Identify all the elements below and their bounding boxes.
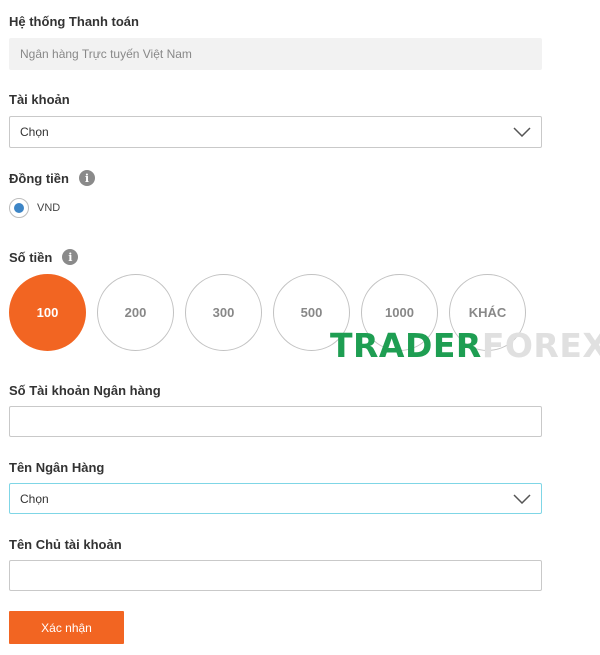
payment-system-label: Hệ thống Thanh toán (9, 14, 139, 29)
account-holder-input[interactable] (9, 560, 542, 591)
chevron-down-icon (513, 493, 531, 504)
bank-account-number-label: Số Tài khoản Ngân hàng (9, 383, 161, 398)
payment-system-label-text: Hệ thống Thanh toán (9, 14, 139, 29)
bank-name-label-text: Tên Ngân Hàng (9, 460, 105, 475)
amount-option-label: 200 (124, 305, 147, 320)
bank-account-number-label-text: Số Tài khoản Ngân hàng (9, 383, 161, 398)
watermark-logo: TRADERFOREX (330, 326, 600, 365)
bank-name-label: Tên Ngân Hàng (9, 460, 104, 475)
account-holder-label: Tên Chủ tài khoản (9, 537, 122, 552)
watermark-part2: FOREX (481, 326, 600, 365)
radio-selected-dot (14, 203, 24, 213)
account-holder-label-text: Tên Chủ tài khoản (9, 537, 122, 552)
account-label-text: Tài khoản (9, 92, 70, 107)
currency-radio-vnd[interactable] (9, 198, 29, 218)
watermark-part1: TRADER (330, 326, 482, 365)
currency-label: Đồng tiền i (9, 170, 95, 186)
submit-button-label: Xác nhận (41, 620, 92, 635)
amount-option-300[interactable]: 300 (185, 274, 262, 351)
amount-option-100[interactable]: 100 (9, 274, 86, 351)
account-select-value: Chọn (20, 125, 49, 139)
amount-label-text: Số tiền (9, 249, 53, 265)
amount-option-label: 100 (36, 305, 59, 320)
bank-name-select[interactable]: Chọn (9, 483, 542, 514)
payment-system-value: Ngân hàng Trực tuyến Việt Nam (20, 47, 192, 61)
account-label: Tài khoản (9, 92, 70, 107)
amount-option-label: 300 (212, 305, 235, 320)
payment-system-field: Ngân hàng Trực tuyến Việt Nam (9, 38, 542, 70)
submit-button[interactable]: Xác nhận (9, 611, 124, 644)
currency-label-text: Đồng tiền (9, 170, 69, 186)
currency-option-label: VND (37, 202, 61, 214)
info-icon[interactable]: i (78, 170, 95, 186)
account-select[interactable]: Chọn (9, 116, 542, 148)
amount-option-200[interactable]: 200 (97, 274, 174, 351)
amount-option-label: 1000 (385, 305, 414, 320)
amount-option-label: KHÁC (468, 305, 507, 320)
amount-option-label: 500 (300, 305, 323, 320)
bank-account-number-input[interactable] (9, 406, 542, 437)
amount-label: Số tiền i (9, 249, 79, 265)
info-icon[interactable]: i (62, 249, 79, 265)
bank-name-select-value: Chọn (20, 491, 49, 506)
chevron-down-icon (513, 127, 531, 137)
